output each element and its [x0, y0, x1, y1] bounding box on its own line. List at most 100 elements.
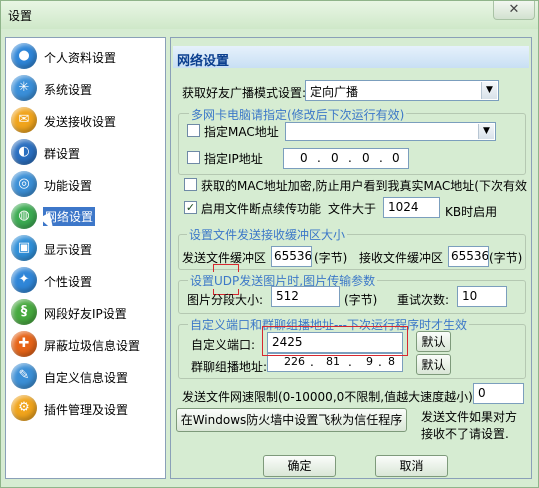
- mac-encrypt-checkbox[interactable]: [184, 178, 197, 191]
- sidebar-item-label: 个人资料设置: [44, 51, 117, 65]
- firewall-note-line2: 接收不了请设置.: [421, 427, 509, 441]
- personality-star-icon: ✦: [11, 267, 37, 293]
- buffer-group-title: 设置文件发送接收缓冲区大小: [187, 226, 348, 243]
- recv-buffer-unit: (字节): [489, 251, 523, 265]
- resume-size-label: 文件大于: [328, 202, 377, 216]
- ip-address-input[interactable]: 0 . 0 . 0 . 0: [283, 148, 409, 169]
- ip-octet-3: 0: [362, 151, 370, 165]
- send-buffer-unit: (字节): [314, 251, 348, 265]
- ip-dot: .: [317, 151, 321, 165]
- retry-label: 重试次数:: [397, 293, 450, 307]
- sidebar-item-label: 插件管理及设置: [44, 403, 129, 417]
- sidebar-item[interactable]: ⚙ 插件管理及设置: [6, 393, 165, 423]
- title-bar[interactable]: 设置 ✕: [1, 1, 538, 29]
- ip-dot: .: [348, 151, 352, 165]
- sidebar-item[interactable]: ● 个人资料设置: [6, 41, 165, 71]
- sidebar-item[interactable]: ◎ 功能设置: [6, 169, 165, 199]
- ip-address-checkbox[interactable]: [187, 151, 200, 164]
- speed-limit-input[interactable]: 0: [473, 383, 524, 404]
- port-default-button[interactable]: 默认: [416, 331, 451, 352]
- custom-info-icon: ✎: [11, 363, 37, 389]
- multicast-octet-2: 81: [326, 355, 340, 368]
- recv-buffer-input[interactable]: 65536: [448, 246, 489, 267]
- ok-button[interactable]: 确定: [263, 455, 336, 477]
- firewall-trust-button[interactable]: 在Windows防火墙中设置飞秋为信任程序: [176, 408, 407, 432]
- sidebar-item-label: 系统设置: [44, 83, 93, 97]
- recv-buffer-value: 65536: [451, 249, 489, 263]
- sidebar-item-label: 发送接收设置: [44, 115, 117, 129]
- image-split-input[interactable]: 512: [271, 286, 340, 307]
- send-buffer-input[interactable]: 65536: [271, 246, 312, 267]
- multicast-label: 群聊组播地址:: [191, 360, 268, 374]
- chevron-down-icon[interactable]: ▼: [481, 82, 497, 99]
- sidebar-item[interactable]: ✦ 个性设置: [6, 265, 165, 295]
- ip-octet-4: 0: [392, 151, 400, 165]
- multicast-default-button[interactable]: 默认: [416, 354, 451, 375]
- sidebar-item[interactable]: ▣ 显示设置: [6, 233, 165, 263]
- network-globe-icon: ◍: [11, 203, 37, 229]
- sidebar-item[interactable]: ◍ 网络设置: [6, 201, 165, 231]
- sidebar-item-label: 自定义信息设置: [44, 371, 129, 385]
- friend-mode-value: 定向广播: [310, 85, 359, 99]
- function-target-icon: ◎: [11, 171, 37, 197]
- friend-mode-label: 获取好友广播模式设置:: [182, 86, 307, 100]
- sidebar-item-label: 个性设置: [44, 275, 93, 289]
- settings-sidebar: ● 个人资料设置 ✳ 系统设置 ✉ 发送接收设置 ◐ 群设置 ◎ 功能设置 ◍ 网络设置 ▣ 显示设置 ✦ 个…: [5, 37, 166, 479]
- plugin-icon: ⚙: [11, 395, 37, 421]
- chevron-down-icon[interactable]: ▼: [478, 124, 494, 139]
- multi-nic-group-title: 多网卡电脑请指定(修改后下次运行有效): [189, 106, 407, 123]
- retry-input[interactable]: 10: [457, 286, 507, 307]
- multicast-octet-4: 8: [388, 355, 395, 368]
- network-settings-panel: 网络设置 获取好友广播模式设置: 定向广播 ▼ 多网卡电脑请指定(修改后下次运行…: [170, 37, 532, 479]
- ip-segment-icon: §: [11, 299, 37, 325]
- custom-port-label: 自定义端口:: [191, 338, 256, 352]
- friend-mode-select[interactable]: 定向广播 ▼: [305, 80, 499, 101]
- window-title: 设置: [8, 9, 33, 23]
- resume-transfer-checkbox[interactable]: ✓: [184, 201, 197, 214]
- sidebar-item-label: 显示设置: [44, 243, 93, 257]
- sidebar-item[interactable]: ✚ 屏蔽垃圾信息设置: [6, 329, 165, 359]
- recv-buffer-label: 接收文件缓冲区: [359, 251, 444, 265]
- user-profile-icon: ●: [11, 43, 37, 69]
- sidebar-item-label: 群设置: [44, 147, 81, 161]
- ip-dot: .: [348, 355, 352, 369]
- system-gear-icon: ✳: [11, 75, 37, 101]
- sidebar-item[interactable]: ✉ 发送接收设置: [6, 105, 165, 135]
- speed-limit-value: 0: [478, 386, 486, 400]
- sidebar-item-label: 网段好友IP设置: [44, 307, 127, 321]
- mac-encrypt-label: 获取的MAC地址加密,防止用户看到我真实MAC地址(下次有效: [201, 179, 527, 193]
- mac-address-select[interactable]: ▼: [285, 122, 496, 141]
- resume-unit-label: KB时启用: [445, 205, 498, 219]
- sidebar-item[interactable]: § 网段好友IP设置: [6, 297, 165, 327]
- resume-transfer-label: 启用文件断点续传功能: [201, 202, 322, 216]
- ip-octet-1: 0: [300, 151, 308, 165]
- display-icon: ▣: [11, 235, 37, 261]
- panel-header: 网络设置: [173, 46, 529, 69]
- send-buffer-value: 65536: [274, 249, 312, 263]
- sidebar-item[interactable]: ✎ 自定义信息设置: [6, 361, 165, 391]
- group-globe-icon: ◐: [11, 139, 37, 165]
- image-split-label: 图片分段大小:: [187, 293, 264, 307]
- firewall-note-line1: 发送文件如果对方: [421, 410, 518, 424]
- multicast-octet-1: 226: [284, 355, 305, 368]
- sidebar-item-label: 屏蔽垃圾信息设置: [44, 339, 141, 353]
- image-split-value: 512: [276, 289, 299, 303]
- sidebar-item[interactable]: ✳ 系统设置: [6, 73, 165, 103]
- settings-window: 设置 ✕ ● 个人资料设置 ✳ 系统设置 ✉ 发送接收设置 ◐ 群设置 ◎ 功能设置 ◍ 网络设置 ▣ 显…: [0, 0, 539, 488]
- ip-octet-2: 0: [331, 151, 339, 165]
- send-receive-icon: ✉: [11, 107, 37, 133]
- speed-limit-label: 发送文件网速限制(0-10000,0不限制,值越大速度越小): [182, 390, 473, 404]
- sidebar-item[interactable]: ◐ 群设置: [6, 137, 165, 167]
- sidebar-item-label: 功能设置: [44, 179, 93, 193]
- panel-title: 网络设置: [177, 54, 230, 69]
- image-split-unit: (字节): [344, 293, 378, 307]
- highlight-box: [262, 326, 408, 356]
- close-button[interactable]: ✕: [493, 1, 535, 20]
- mac-address-checkbox[interactable]: [187, 124, 200, 137]
- ip-dot: .: [379, 151, 383, 165]
- block-spam-icon: ✚: [11, 331, 37, 357]
- multicast-octet-3: 9: [366, 355, 373, 368]
- cancel-button[interactable]: 取消: [375, 455, 448, 477]
- resume-size-input[interactable]: 1024: [383, 197, 440, 218]
- ip-address-label: 指定IP地址: [204, 152, 263, 166]
